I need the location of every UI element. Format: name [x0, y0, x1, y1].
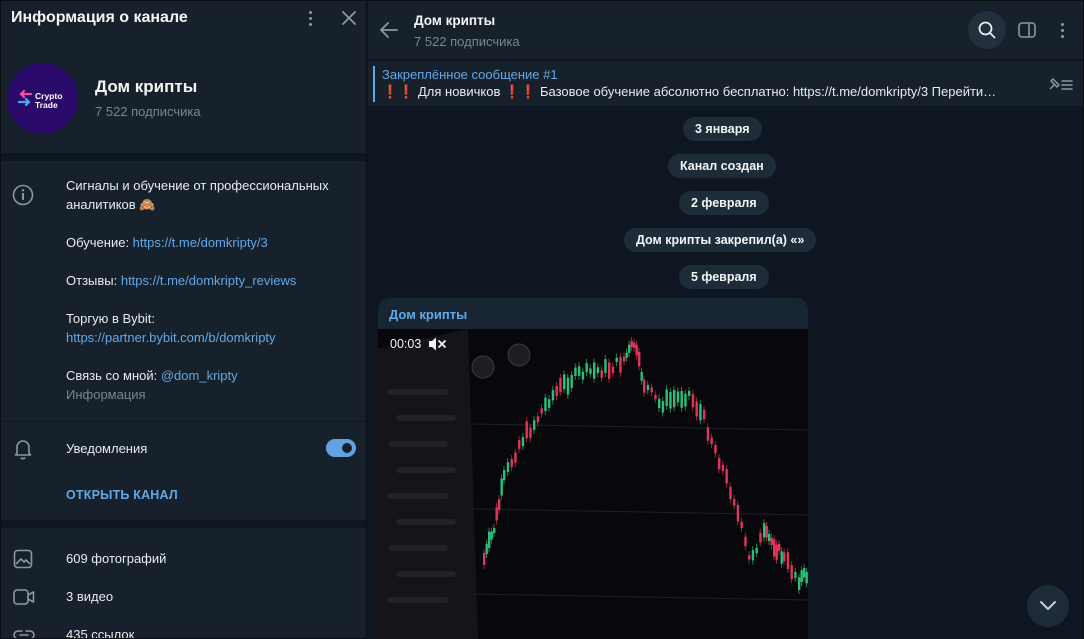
section-divider	[1, 153, 366, 161]
sidebar-toggle-icon[interactable]	[1018, 21, 1036, 39]
photo-icon	[13, 549, 33, 569]
pinned-message-bar[interactable]: Закреплённое сообщение #1 ❗❗ Для новичко…	[368, 60, 1083, 106]
info-panel-header: Информация о канале	[1, 1, 366, 37]
info-panel-title: Информация о канале	[11, 9, 188, 26]
contact-link[interactable]: @dom_kripty	[161, 368, 238, 383]
bell-icon	[14, 440, 32, 460]
media-row-videos[interactable]: 3 видео	[1, 579, 366, 615]
video-icon	[13, 589, 35, 605]
back-arrow-icon[interactable]	[378, 19, 400, 41]
date-divider: 5 февраля	[679, 265, 769, 289]
info-icon	[12, 184, 34, 206]
crypto-trade-logo-icon	[17, 90, 33, 106]
chat-panel: Дом крипты 7 522 подписчика Закреплённое…	[368, 0, 1084, 639]
chevron-down-icon	[1040, 601, 1056, 610]
media-label: 3 видео	[66, 589, 114, 604]
reviews-line: Отзывы: https://t.me/domkripty_reviews	[66, 273, 297, 288]
message-author[interactable]: Дом крипты	[389, 307, 467, 322]
media-row-photos[interactable]: 609 фотографий	[1, 541, 366, 577]
pinned-text: ❗❗ Для новичков ❗❗ Базовое обучение абсо…	[382, 84, 997, 99]
notifications-label: Уведомления	[66, 441, 148, 456]
chat-subscriber-count: 7 522 подписчика	[414, 34, 520, 49]
channel-message: Дом крипты 00:03	[378, 298, 808, 639]
media-row-links[interactable]: 435 ссылок	[1, 617, 366, 639]
search-icon	[978, 21, 996, 39]
thin-divider	[1, 421, 366, 422]
bybit-link[interactable]: https://partner.bybit.com/b/domkripty	[66, 330, 276, 345]
date-divider: 2 февраля	[679, 191, 769, 215]
channel-profile: Crypto Trade Дом крипты 7 522 подписчика	[1, 59, 366, 139]
chat-header: Дом крипты 7 522 подписчика	[368, 1, 1083, 59]
pinned-list-icon[interactable]	[1046, 75, 1074, 93]
candlestick-video-frame	[378, 329, 808, 639]
subscriber-count: 7 522 подписчика	[95, 104, 201, 119]
education-line: Обучение: https://t.me/domkripty/3	[66, 235, 268, 250]
more-options-icon[interactable]	[300, 7, 320, 29]
contact-line: Связь со мной: @dom_kripty	[66, 368, 238, 383]
scroll-down-button[interactable]	[1027, 585, 1069, 627]
service-message: Канал создан	[668, 154, 776, 178]
channel-name: Дом крипты	[95, 77, 198, 96]
video-preview[interactable]: 00:03	[378, 329, 808, 639]
service-message: Дом крипты закрепил(а) «»	[624, 228, 817, 252]
info-caption: Информация	[66, 387, 146, 402]
open-channel-button[interactable]: ОТКРЫТЬ КАНАЛ	[66, 488, 178, 502]
pinned-title: Закреплённое сообщение #1	[382, 67, 558, 82]
chat-title[interactable]: Дом крипты	[414, 13, 495, 28]
section-divider	[1, 520, 366, 528]
channel-description: Сигналы и обучение от профессиональных а…	[66, 176, 356, 385]
education-link[interactable]: https://t.me/domkripty/3	[133, 235, 268, 250]
pinned-indicator	[373, 66, 375, 102]
video-duration: 00:03	[390, 337, 422, 351]
description-text: Сигналы и обучение от профессиональных а…	[66, 178, 329, 212]
reviews-link[interactable]: https://t.me/domkripty_reviews	[121, 273, 297, 288]
channel-info-panel: Информация о канале Crypto Trade Дом кри…	[0, 0, 367, 639]
avatar-logo-text: Crypto Trade	[35, 91, 63, 110]
date-divider: 3 января	[683, 117, 762, 141]
muted-speaker-icon[interactable]	[427, 336, 447, 352]
close-icon[interactable]	[339, 7, 359, 29]
link-icon	[13, 630, 35, 638]
more-options-icon[interactable]	[1056, 21, 1068, 39]
media-label: 435 ссылок	[66, 627, 135, 639]
avatar[interactable]: Crypto Trade	[7, 63, 78, 134]
notifications-toggle[interactable]	[326, 439, 356, 457]
bybit-line: Торгую в Bybit: https://partner.bybit.co…	[66, 311, 276, 345]
media-label: 609 фотографий	[66, 551, 167, 566]
search-button[interactable]	[968, 11, 1006, 49]
